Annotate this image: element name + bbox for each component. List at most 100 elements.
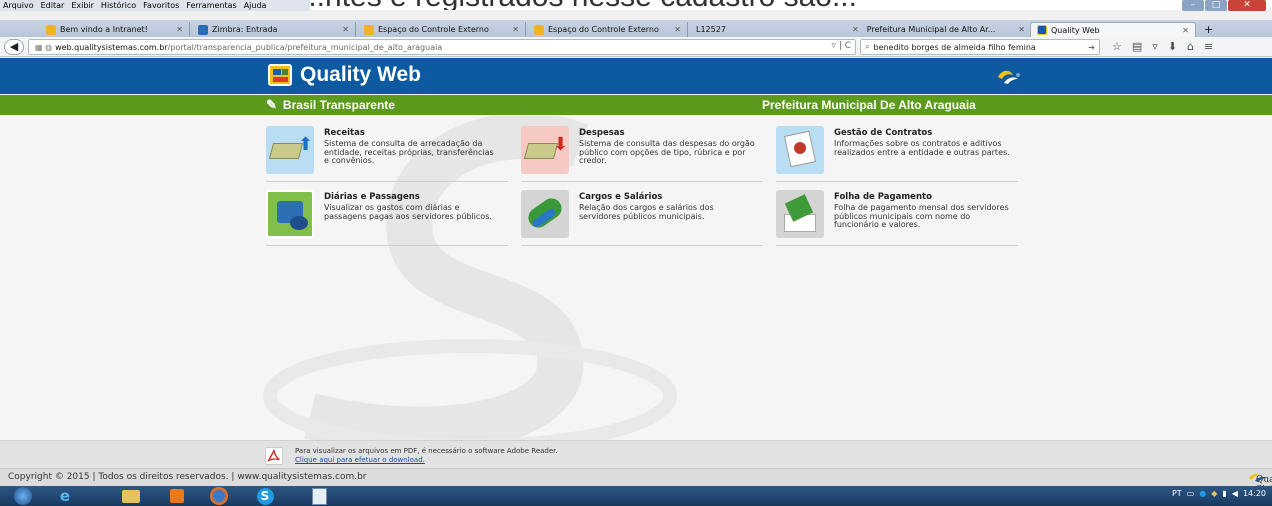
card-cargos-e-salarios[interactable]: Cargos e Salários Relação dos cargos e s… — [521, 190, 763, 246]
card-title: Gestão de Contratos — [834, 128, 933, 138]
close-window-button[interactable]: ✕ — [1228, 0, 1266, 11]
pdf-notice-text: Para visualizar os arquivos em PDF, é ne… — [295, 447, 558, 455]
card-title: Folha de Pagamento — [834, 192, 932, 202]
tab-zimbra[interactable]: Zimbra: Entrada ✕ — [192, 22, 356, 37]
tab-controle-externo-2[interactable]: Espaço do Controle Externo ✕ — [528, 22, 688, 37]
card-description: Informações sobre os contratos e aditivo… — [834, 139, 1010, 157]
skype-tray-icon[interactable]: ● — [1199, 489, 1206, 498]
pdf-download-link[interactable]: Clique aqui para efetuar o download. — [295, 456, 425, 464]
navigation-bar: ◀ ▦ ◍ web.qualitysistemas.com.br /portal… — [0, 37, 1272, 57]
salary-icon — [521, 190, 569, 238]
menu-item-exibir[interactable]: Exibir — [71, 1, 94, 10]
clock-time: 14:20 — [1242, 489, 1266, 498]
tab-label: Espaço do Controle Externo — [378, 25, 489, 34]
menu-icon[interactable]: ≡ — [1204, 39, 1213, 55]
tab-close-icon[interactable]: ✕ — [1182, 26, 1189, 35]
skype-icon[interactable]: S — [246, 487, 284, 505]
tab-favicon-icon — [364, 24, 374, 35]
brasil-transparente-link[interactable]: ✎ Brasil Transparente — [266, 97, 395, 113]
start-button[interactable] — [4, 487, 42, 505]
section-bar: ✎ Brasil Transparente Prefeitura Municip… — [0, 95, 1272, 115]
tab-quality-web[interactable]: Quality Web ✕ — [1030, 22, 1196, 37]
menu-item-historico[interactable]: Histórico — [101, 1, 136, 10]
menu-item-favoritos[interactable]: Favoritos — [143, 1, 179, 10]
tab-close-icon[interactable]: ✕ — [342, 25, 349, 34]
url-domain: web.qualitysistemas.com.br — [55, 42, 168, 52]
tab-intranet[interactable]: Bem vindo a Intranet! ✕ — [40, 22, 190, 37]
tab-close-icon[interactable]: ✕ — [1018, 25, 1025, 34]
site-info-icon[interactable]: ▦ ◍ — [35, 43, 52, 52]
receitas-icon: ⬆ — [266, 126, 314, 174]
site-logo[interactable]: Quality Web — [268, 63, 421, 87]
tab-label: Zimbra: Entrada — [212, 25, 278, 34]
travel-icon — [266, 190, 314, 238]
maximize-button[interactable]: □ — [1205, 0, 1227, 11]
copyright-text: Copyright © 2015 | Todos os direitos res… — [8, 472, 367, 482]
search-box[interactable]: ⌕ benedito borges de almeida filho femin… — [860, 39, 1100, 55]
tab-close-icon[interactable]: ✕ — [852, 25, 859, 34]
menu-item-editar[interactable]: Editar — [41, 1, 65, 10]
address-bar[interactable]: ▦ ◍ web.qualitysistemas.com.br /portal/t… — [28, 39, 856, 55]
card-title: Diárias e Passagens — [324, 192, 420, 202]
menu-item-ajuda[interactable]: Ajuda — [244, 1, 267, 10]
main-content: ⬆ Receitas Sistema de consulta de arreca… — [0, 116, 1272, 440]
windows-taskbar: e S PT ▭ ● ◆ ▮ ◀ 14:20 — [0, 486, 1272, 506]
home-icon[interactable]: ⌂ — [1187, 39, 1194, 55]
media-player-icon[interactable] — [158, 487, 196, 505]
tab-favicon-icon — [46, 24, 56, 35]
tab-label: Bem vindo a Intranet! — [60, 25, 148, 34]
firefox-icon[interactable] — [200, 487, 238, 505]
bookmark-star-icon[interactable]: ☆ — [1112, 39, 1122, 55]
pdf-notice-bar: Para visualizar os arquivos em PDF, é ne… — [0, 440, 1272, 468]
entity-name: Prefeitura Municipal De Alto Araguaia — [762, 98, 976, 112]
file-explorer-icon[interactable] — [112, 487, 150, 505]
tab-label: L12527 — [696, 25, 726, 34]
card-title: Despesas — [579, 128, 625, 138]
tab-label: Quality Web — [1051, 25, 1100, 35]
window-controls: – □ ✕ — [1182, 0, 1266, 11]
card-folha-de-pagamento[interactable]: Folha de Pagamento Folha de pagamento me… — [776, 190, 1018, 246]
card-despesas[interactable]: ⬇ Despesas Sistema de consulta das despe… — [521, 126, 763, 182]
menu-item-ferramentas[interactable]: Ferramentas — [186, 1, 236, 10]
payroll-icon — [776, 190, 824, 238]
download-icon[interactable]: ⬇ — [1168, 39, 1177, 55]
card-description: Relação dos cargos e salários dos servid… — [579, 203, 714, 221]
language-indicator[interactable]: PT — [1172, 489, 1182, 498]
quality-brand-icon — [998, 70, 1020, 84]
clock[interactable]: 14:20 — [1243, 489, 1266, 498]
tab-strip: Bem vindo a Intranet! ✕ Zimbra: Entrada … — [0, 20, 1272, 37]
keyboard-icon[interactable]: ▭ — [1187, 489, 1195, 498]
document-app-icon[interactable] — [300, 487, 338, 505]
minimize-button[interactable]: – — [1182, 0, 1204, 11]
back-button[interactable]: ◀ — [4, 39, 24, 55]
tab-close-icon[interactable]: ✕ — [176, 25, 183, 34]
despesas-icon: ⬇ — [521, 126, 569, 174]
tab-favicon-icon — [198, 24, 208, 35]
internet-explorer-icon[interactable]: e — [46, 487, 84, 505]
reading-list-icon[interactable]: ▤ — [1132, 39, 1142, 55]
tab-controle-externo-1[interactable]: Espaço do Controle Externo ✕ — [358, 22, 526, 37]
tab-label: Prefeitura Municipal de Alto Ar... — [866, 25, 996, 34]
logo-text: Quality Web — [300, 63, 421, 86]
url-path: /portal/transparencia_publica/prefeitura… — [167, 42, 443, 52]
pocket-icon[interactable]: ▿ — [1152, 39, 1158, 55]
tab-close-icon[interactable]: ✕ — [674, 25, 681, 34]
tray-app-icon[interactable]: ◆ — [1211, 489, 1217, 498]
tab-close-icon[interactable]: ✕ — [512, 25, 519, 34]
card-receitas[interactable]: ⬆ Receitas Sistema de consulta de arreca… — [266, 126, 508, 182]
tab-l12527[interactable]: L12527 — [690, 22, 850, 37]
tab-label: Espaço do Controle Externo — [548, 25, 659, 34]
network-icon[interactable]: ▮ — [1222, 489, 1226, 498]
quality-sistemas-logo[interactable]: Quality Sistemas — [1248, 472, 1272, 495]
volume-icon[interactable]: ◀ — [1232, 489, 1238, 498]
card-gestao-de-contratos[interactable]: Gestão de Contratos Informações sobre os… — [776, 126, 1018, 182]
adobe-pdf-icon — [265, 447, 283, 465]
tab-prefeitura[interactable]: ✕ Prefeitura Municipal de Alto Ar... ✕ — [846, 22, 1032, 37]
new-tab-button[interactable]: + — [1198, 22, 1222, 37]
card-title: Receitas — [324, 128, 365, 138]
reload-icon[interactable]: ▿ | C — [831, 41, 851, 51]
menu-item-arquivo[interactable]: Arquivo — [3, 1, 34, 10]
search-go-icon[interactable]: ➔ — [1088, 43, 1095, 52]
card-diarias-e-passagens[interactable]: Diárias e Passagens Visualizar os gastos… — [266, 190, 508, 246]
card-description: Folha de pagamento mensal dos servidores… — [834, 203, 1009, 229]
